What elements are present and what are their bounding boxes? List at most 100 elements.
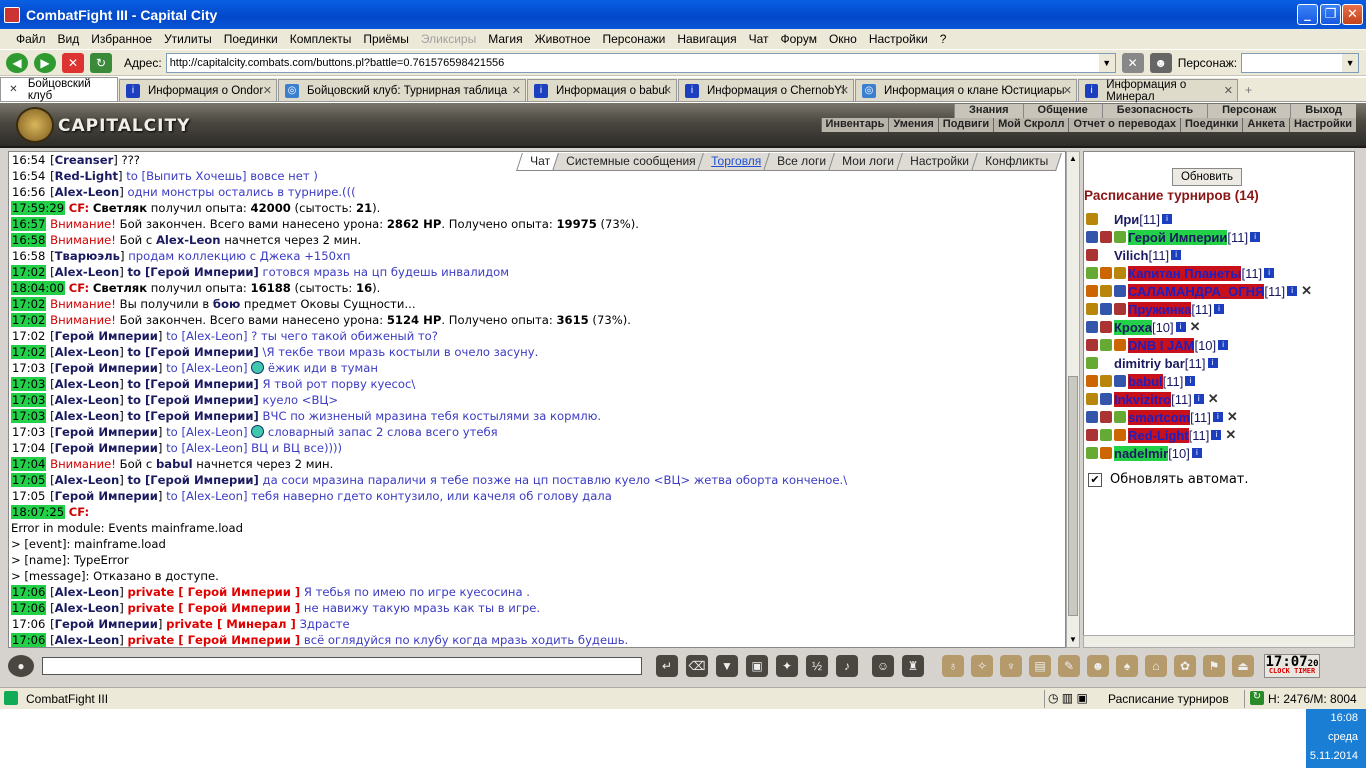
player-name[interactable]: Кроха — [1114, 319, 1152, 335]
chat-nick[interactable]: Alex-Leon — [55, 473, 120, 487]
menu-item[interactable]: Окно — [829, 32, 857, 46]
remove-icon[interactable]: ✕ — [1190, 319, 1201, 335]
chat-nick[interactable]: Герой Империи — [55, 441, 158, 455]
sub-menu-item[interactable]: Умения — [888, 118, 937, 132]
info-icon[interactable]: i — [1207, 358, 1218, 368]
chest-icon[interactable]: ▤ — [1029, 655, 1051, 677]
remove-icon[interactable]: ✕ — [1301, 283, 1312, 299]
player-name[interactable]: Герой Империи — [1128, 229, 1228, 245]
player-name[interactable]: САЛАМАНДРА_ОГНЯ — [1128, 283, 1265, 299]
menu-item[interactable]: Файл — [16, 32, 46, 46]
chat-nick[interactable]: to [Герой Империи] — [127, 265, 258, 279]
chat-nick[interactable]: Alex-Leon — [55, 185, 120, 199]
refresh-button[interactable]: Обновить — [1172, 168, 1242, 186]
chat-nick[interactable]: Red-Light — [55, 169, 118, 183]
menu-item[interactable]: Вид — [58, 32, 80, 46]
info-icon[interactable]: i — [1214, 304, 1225, 314]
player-name[interactable]: babul — [1128, 373, 1163, 389]
menu-item[interactable]: Магия — [488, 32, 522, 46]
menu-item[interactable]: ? — [940, 32, 947, 46]
chat-private[interactable]: private [ Герой Империи ] — [127, 601, 300, 615]
chat-nick[interactable]: Герой Империи — [55, 617, 158, 631]
chat-private[interactable]: private [ Минерал ] — [166, 617, 296, 631]
chat-nick[interactable]: Alex-Leon — [55, 265, 120, 279]
chat-nick[interactable]: Alex-Leon — [55, 377, 120, 391]
player-name[interactable]: Ири — [1114, 212, 1139, 227]
chat-nick[interactable]: Creanser — [55, 153, 114, 167]
info-icon[interactable]: i — [1193, 394, 1204, 404]
menu-item[interactable]: Настройки — [869, 32, 928, 46]
chat-nick[interactable]: Герой Империи — [55, 425, 158, 439]
new-tab-icon[interactable]: + — [1245, 83, 1252, 97]
chat-nick[interactable]: to [Герой Империи] — [127, 377, 258, 391]
filter-icon[interactable]: ▼ — [716, 655, 738, 677]
browser-tab[interactable]: i Информация о ChernobYl ✕ — [678, 79, 854, 101]
close-tab-icon[interactable]: ✕ — [1224, 84, 1233, 97]
menu-item[interactable]: Поединки — [224, 32, 278, 46]
scroll-icon[interactable]: ✎ — [1058, 655, 1080, 677]
chat-nick[interactable]: Alex-Leon — [55, 393, 120, 407]
sub-menu-item[interactable]: Отчет о переводах — [1068, 118, 1180, 132]
users-icon[interactable]: ☻ — [1149, 52, 1172, 73]
smiley-icon[interactable]: ☺ — [872, 655, 894, 677]
info-icon[interactable]: i — [1185, 376, 1196, 386]
tool-icons[interactable]: ◷ ▥ ▣ — [1048, 691, 1088, 705]
menu-item[interactable]: Эликсиры — [421, 32, 476, 46]
chat-nick[interactable]: бою — [213, 297, 240, 311]
persona-select[interactable]: ▼ — [1241, 52, 1360, 73]
browser-tab[interactable]: i Информация о babul ✕ — [527, 79, 677, 101]
chat-tab[interactable]: Настройки — [896, 153, 983, 171]
chat-scrollbar[interactable]: ▲ ▼ — [1066, 151, 1080, 648]
split-icon[interactable]: ½ — [806, 655, 828, 677]
chat-tab[interactable]: Конфликты — [970, 153, 1062, 171]
sub-menu-item[interactable]: Настройки — [1288, 118, 1356, 132]
remove-icon[interactable]: ✕ — [1208, 391, 1219, 407]
chat-nick[interactable]: Alex-Leon — [55, 633, 120, 647]
forward-icon[interactable]: ▶ — [34, 52, 56, 73]
helmet-icon[interactable]: ♜ — [902, 655, 924, 677]
chat-nick[interactable]: to [Герой Империи] — [127, 345, 258, 359]
remove-icon[interactable]: ✕ — [1227, 409, 1238, 425]
clear-icon[interactable]: ✕ — [1121, 52, 1144, 73]
auto-update[interactable]: ✔ Обновлять автомат. — [1088, 472, 1249, 487]
close-tab-icon[interactable]: ✕ — [512, 84, 521, 97]
player-name[interactable]: Пружинка — [1128, 301, 1192, 317]
chat-nick[interactable]: babul — [156, 457, 193, 471]
top-menu-item[interactable]: Персонаж — [1207, 104, 1290, 118]
browser-tab[interactable]: i Информация о Ondor ✕ — [119, 79, 277, 101]
chat-nick[interactable]: to [Герой Империи] — [127, 393, 258, 407]
player-name[interactable]: Vilich — [1114, 248, 1148, 263]
player-name[interactable]: smartcom — [1128, 409, 1191, 425]
system-tray[interactable]: 16:08 среда 5.11.2014 — [1306, 709, 1366, 768]
auto-update-checkbox[interactable]: ✔ — [1088, 472, 1102, 487]
menu-item[interactable]: Навигация — [677, 32, 736, 46]
info-icon[interactable]: i — [1162, 214, 1172, 224]
remove-icon[interactable]: ✕ — [1225, 427, 1236, 443]
menu-item[interactable]: Персонажи — [603, 32, 666, 46]
bottle-icon[interactable]: ♁ — [942, 655, 964, 677]
chat-nick[interactable]: Alex-Leon — [55, 345, 120, 359]
sub-menu-item[interactable]: Подвиги — [937, 118, 993, 132]
minimize-button[interactable]: _ — [1297, 4, 1318, 25]
refresh-icon[interactable]: ↻ — [90, 52, 112, 73]
close-tab-icon[interactable]: ✕ — [840, 84, 849, 97]
chat-nick[interactable]: Герой Империи — [55, 329, 158, 343]
chat-nick[interactable]: Alex-Leon — [55, 601, 120, 615]
menu-item[interactable]: Приёмы — [363, 32, 409, 46]
browser-tab[interactable]: i Информация о Минерал ✕ — [1078, 79, 1238, 103]
back-icon[interactable]: ◀ — [6, 52, 28, 73]
chat-tab[interactable]: Системные сообщения — [551, 153, 710, 171]
chevron-down-icon[interactable]: ▼ — [1342, 53, 1359, 72]
close-tab-icon[interactable]: ✕ — [1063, 84, 1072, 97]
menu-item[interactable]: Утилиты — [164, 32, 212, 46]
menu-item[interactable]: Форум — [781, 32, 817, 46]
clear-chat-icon[interactable]: ⌫ — [686, 655, 708, 677]
chat-mode-icon[interactable]: ● — [8, 655, 34, 677]
browser-tab[interactable]: ◎ Бойцовский клуб: Турнирная таблица ✕ — [278, 79, 526, 101]
chat-nick[interactable]: Герой Империи — [55, 489, 158, 503]
info-icon[interactable]: i — [1211, 430, 1222, 440]
scroll-down-icon[interactable]: ▼ — [1067, 633, 1079, 647]
info-icon[interactable]: i — [1171, 250, 1182, 260]
fighter-icon[interactable]: ✦ — [776, 655, 798, 677]
mask-icon[interactable]: ☻ — [1087, 655, 1109, 677]
